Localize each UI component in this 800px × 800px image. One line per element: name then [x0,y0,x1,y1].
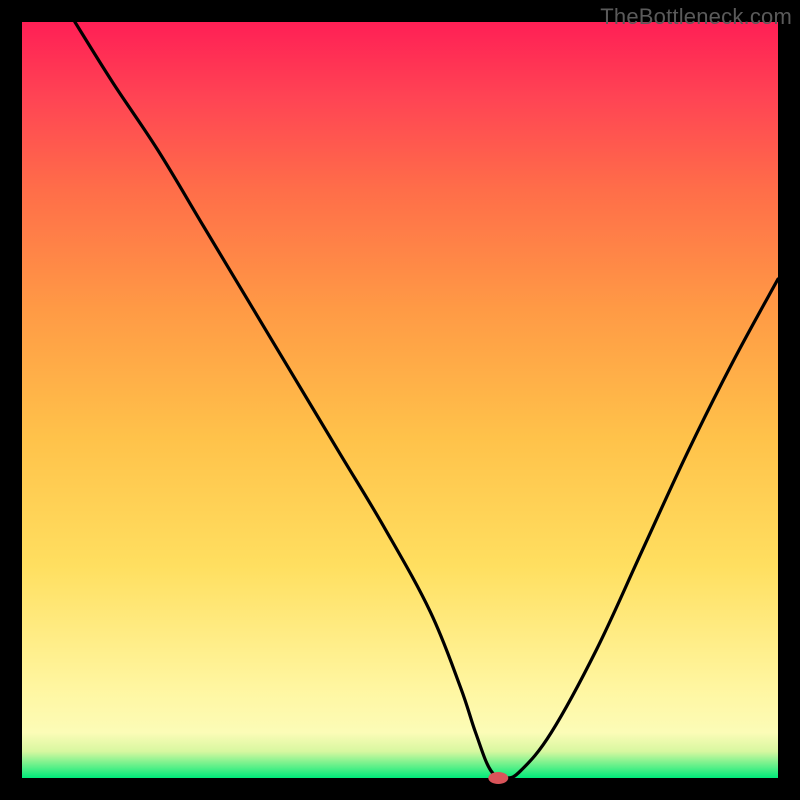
chart-container: TheBottleneck.com [0,0,800,800]
optimal-point-marker [488,772,508,784]
gradient-background [22,22,778,778]
bottleneck-chart [0,0,800,800]
watermark-text: TheBottleneck.com [600,4,792,30]
